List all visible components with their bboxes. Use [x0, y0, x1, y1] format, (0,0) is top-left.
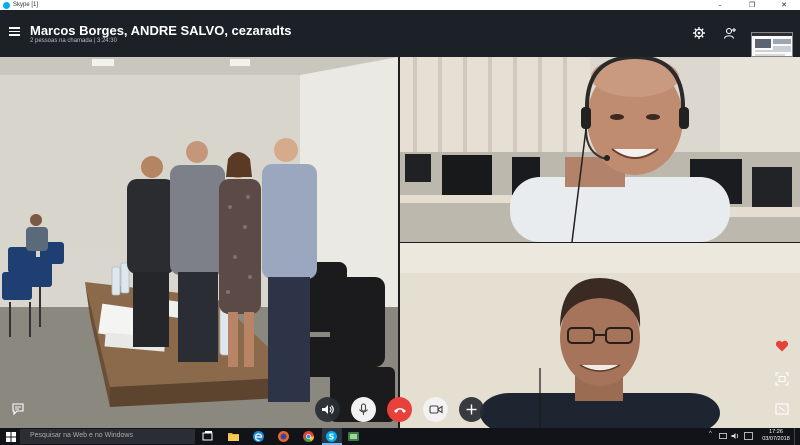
speaker-button[interactable]	[315, 397, 340, 422]
task-view-icon[interactable]	[201, 430, 214, 443]
speaker-icon	[322, 405, 334, 414]
hang-up-icon	[393, 407, 406, 413]
chat-icon[interactable]	[11, 402, 25, 416]
skype-window: Skype [1] – ❐ ✕ Marcos Borges, ANDRE SAL…	[0, 0, 800, 445]
app-icon[interactable]	[347, 430, 360, 443]
tray-volume-icon[interactable]	[731, 432, 740, 440]
window-titlebar: Skype [1] – ❐ ✕	[0, 0, 800, 10]
windows-taskbar: Pesquisar na Web e no Windows S ^ 17:26 …	[0, 428, 800, 445]
hang-up-button[interactable]	[387, 397, 412, 422]
taskbar-search-placeholder: Pesquisar na Web e no Windows	[30, 432, 133, 439]
skype-taskbar-icon: S	[326, 431, 337, 442]
video-camera-icon	[428, 405, 443, 414]
screen-share-icon[interactable]	[775, 372, 789, 386]
tray-language-icon[interactable]	[744, 432, 753, 440]
taskbar-search-input[interactable]: Pesquisar na Web e no Windows	[20, 429, 195, 444]
heart-icon[interactable]	[775, 339, 789, 353]
call-participants: Marcos Borges, ANDRE SALVO, cezaradts	[30, 23, 292, 38]
clock-date: 03/07/2018	[762, 436, 790, 442]
file-explorer-icon[interactable]	[227, 430, 240, 443]
microphone-button[interactable]	[351, 397, 376, 422]
skype-logo-icon	[3, 1, 10, 9]
microphone-icon	[359, 403, 368, 415]
maximize-button[interactable]: ❐	[737, 0, 767, 10]
video-feed-group	[0, 57, 398, 428]
firefox-icon[interactable]	[277, 430, 290, 443]
add-person-icon[interactable]	[723, 26, 737, 40]
video-button[interactable]	[423, 397, 448, 422]
expand-icon[interactable]	[775, 402, 789, 416]
clock-time: 17:26	[769, 429, 783, 435]
svg-text:S: S	[329, 433, 335, 442]
taskbar-skype-active[interactable]: S	[322, 428, 342, 445]
tray-network-icon[interactable]	[719, 433, 727, 440]
call-header: Marcos Borges, ANDRE SALVO, cezaradts 2 …	[0, 10, 800, 57]
video-feed-participant-1	[400, 57, 800, 242]
windows-start-icon[interactable]	[6, 432, 16, 442]
add-button[interactable]	[459, 397, 484, 422]
taskbar-clock[interactable]: 17:26 03/07/2018	[760, 429, 792, 443]
call-status: 2 pessoas na chamada | 3:24:30	[30, 38, 117, 44]
settings-gear-icon[interactable]	[692, 26, 706, 40]
video-feed-participant-2	[400, 243, 800, 428]
edge-browser-icon[interactable]	[252, 430, 265, 443]
tray-chevron-icon[interactable]: ^	[709, 431, 712, 437]
chrome-icon[interactable]	[302, 430, 315, 443]
self-view-thumbnail[interactable]	[751, 32, 793, 57]
show-desktop-button[interactable]	[794, 428, 800, 445]
minimize-button[interactable]: –	[705, 0, 735, 10]
plus-icon	[466, 404, 477, 415]
window-title: Skype [1]	[13, 2, 39, 8]
close-button[interactable]: ✕	[769, 0, 799, 10]
menu-icon[interactable]	[9, 27, 20, 36]
